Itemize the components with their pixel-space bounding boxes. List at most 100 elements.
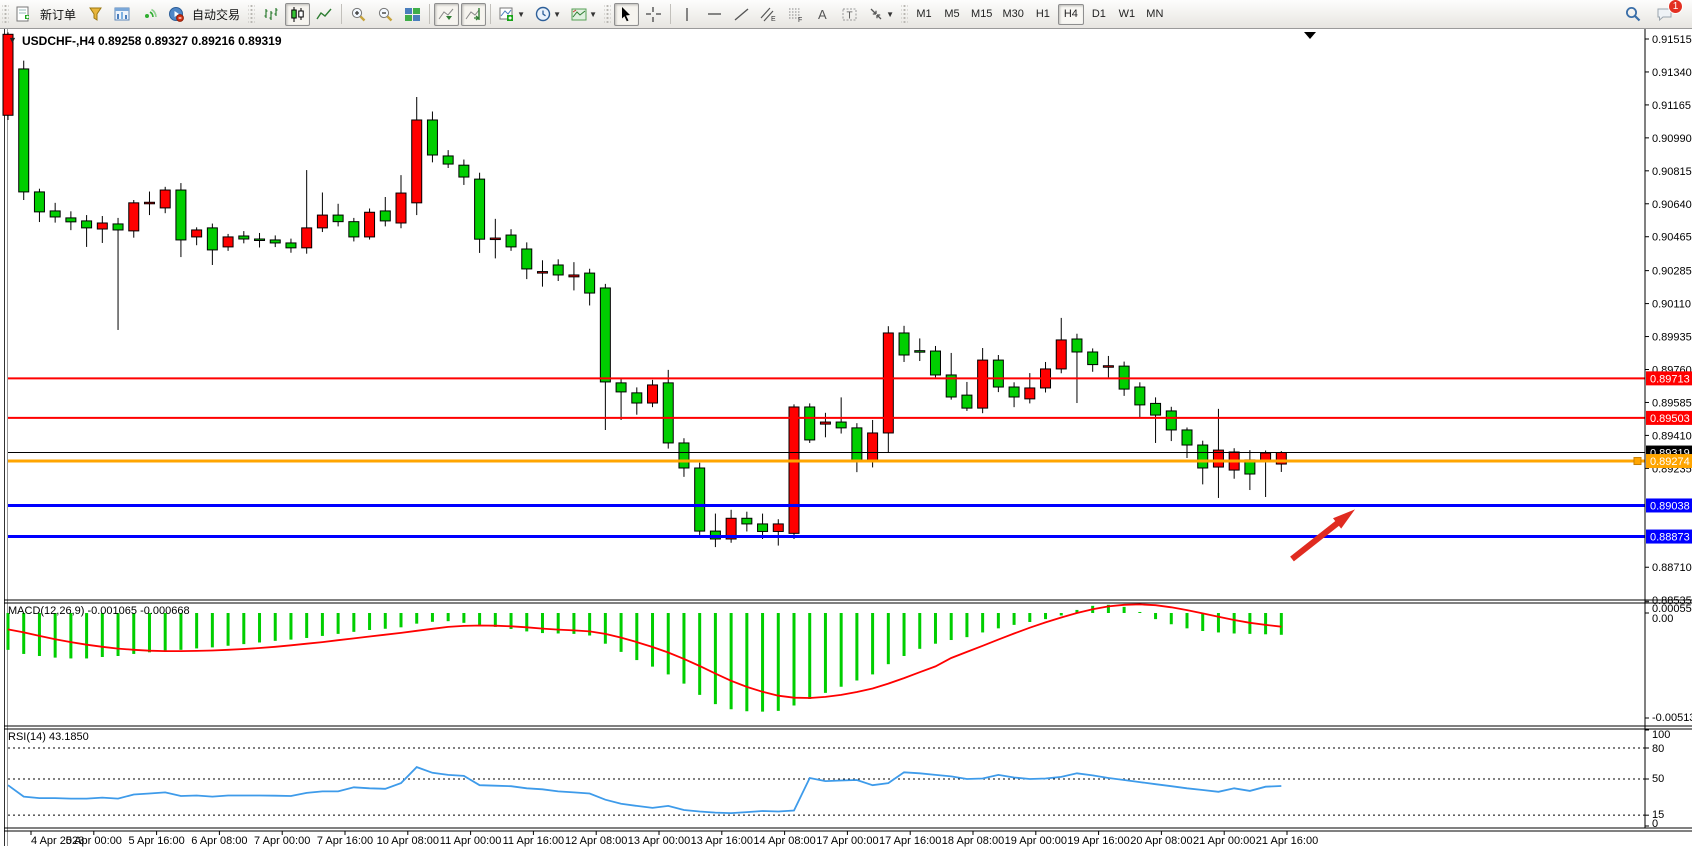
tab-timeframe-m5[interactable]: M5 [939,4,965,25]
date-axis-label: 14 Apr 08:00 [753,835,815,847]
chart-title-ohlc: USDCHF-,H4 0.89258 0.89327 0.89216 0.893… [22,34,282,48]
date-axis-label: 11 Apr 16:00 [503,835,565,847]
new-order-label[interactable]: 新订单 [40,6,76,23]
templates-button[interactable]: ▼ [567,3,601,26]
indicators-button[interactable]: ▼ [495,3,529,26]
editor-button[interactable] [83,3,108,26]
date-axis-label: 21 Apr 00:00 [1193,835,1255,847]
horizontal-line-button[interactable] [702,3,727,26]
date-axis-label: 10 Apr 08:00 [377,835,439,847]
trendline-button[interactable] [729,3,754,26]
tile-windows-icon [404,6,421,23]
channel-button[interactable]: E [756,3,781,26]
zoom-out-button[interactable] [373,3,398,26]
line-chart-button[interactable] [312,3,337,26]
tab-timeframe-h4[interactable]: H4 [1058,4,1084,25]
autotrading-label[interactable]: 自动交易 [192,6,240,23]
arrows-button[interactable]: ▼ [864,3,898,26]
date-axis-label: 5 Apr 00:00 [66,835,122,847]
price-axis-label: 0.89585 [1652,397,1692,409]
one-click-collapse-icon[interactable]: ▼ [8,35,17,45]
bar-chart-icon [262,6,279,23]
horizontal-line-icon [706,6,723,23]
macd-axis-label: 0.00 [1652,613,1673,625]
autotrading-button[interactable] [164,3,189,26]
date-axis-label: 6 Apr 08:00 [191,835,247,847]
tab-timeframe-w1[interactable]: W1 [1114,4,1140,25]
chevron-down-icon: ▼ [517,10,525,19]
chevron-down-icon: ▼ [553,10,561,19]
price-axis-label: 0.89935 [1652,332,1692,344]
price-axis-label: 0.88710 [1652,562,1692,574]
tab-timeframe-m30[interactable]: M30 [998,4,1027,25]
tab-timeframe-d1[interactable]: D1 [1086,4,1112,25]
channel-icon: E [760,6,777,23]
chart-window-icon [114,6,131,23]
periods-button[interactable]: ▼ [531,3,565,26]
zoom-in-button[interactable] [346,3,371,26]
search-button[interactable] [1620,3,1645,26]
price-axis-label: 0.90990 [1652,133,1692,145]
price-axis-label: 0.90640 [1652,199,1692,211]
date-axis-label: 13 Apr 00:00 [628,835,690,847]
chart-window[interactable]: 0.915150.913400.911650.909900.908150.906… [0,29,1692,854]
svg-text:E: E [771,16,776,23]
indicators-icon [499,6,516,23]
date-axis-label: 17 Apr 16:00 [879,835,941,847]
date-axis-label: 12 Apr 08:00 [565,835,627,847]
zoom-in-icon [350,6,367,23]
chevron-down-icon: ▼ [886,10,894,19]
chart-shift-button[interactable] [461,3,486,26]
fibonacci-icon: F [787,6,804,23]
tab-timeframe-m15[interactable]: M15 [967,4,996,25]
search-icon [1624,5,1642,23]
price-axis-label: 0.90110 [1652,299,1691,311]
svg-text:A: A [818,7,827,22]
rsi-axis-label: 100 [1652,729,1670,741]
date-axis-label: 17 Apr 00:00 [816,835,878,847]
svg-text:0.89713: 0.89713 [1650,373,1690,385]
text-button[interactable]: A [810,3,835,26]
text-tool-icon: A [814,6,831,23]
svg-text:0.88873: 0.88873 [1650,532,1690,544]
new-order-icon [16,6,33,23]
new-order-button[interactable] [12,3,37,26]
tab-timeframe-mn[interactable]: MN [1142,4,1168,25]
date-axis-label: 18 Apr 08:00 [942,835,1004,847]
candlestick-chart-button[interactable] [285,3,310,26]
svg-text:T: T [847,10,853,21]
chart-canvas[interactable]: 0.915150.913400.911650.909900.908150.906… [0,29,1692,854]
main-toolbar: 新订单 自动交易 [0,0,1692,29]
price-axis-label: 0.90815 [1652,166,1692,178]
toolbar-grip[interactable] [2,4,9,24]
rsi-axis-label: 0 [1652,818,1658,830]
tile-windows-button[interactable] [400,3,425,26]
text-label-button[interactable]: T [837,3,862,26]
notifications-button[interactable]: 1 [1652,3,1677,26]
price-axis-label: 0.90465 [1652,232,1692,244]
candlestick-icon [289,6,306,23]
date-axis-label: 11 Apr 00:00 [440,835,502,847]
cursor-button[interactable] [614,3,639,26]
auto-scroll-button[interactable] [434,3,459,26]
signals-button[interactable] [137,3,162,26]
toolbar-grip[interactable] [604,4,611,24]
toolbar-grip[interactable] [901,4,908,24]
bar-chart-button[interactable] [258,3,283,26]
date-axis-label: 20 Apr 08:00 [1130,835,1192,847]
vertical-line-button[interactable] [675,3,700,26]
auto-scroll-icon [438,6,455,23]
tab-timeframe-m1[interactable]: M1 [911,4,937,25]
crosshair-button[interactable] [641,3,666,26]
date-axis-label: 19 Apr 16:00 [1067,835,1129,847]
fibonacci-button[interactable]: F [783,3,808,26]
vertical-line-icon [679,6,696,23]
tab-timeframe-h1[interactable]: H1 [1030,4,1056,25]
date-axis-label: 5 Apr 16:00 [128,835,184,847]
toolbar-grip[interactable] [248,4,255,24]
line-chart-icon [316,6,333,23]
macd-indicator-label: MACD(12,26,9) -0.001065 -0.000668 [8,605,190,617]
market-watch-button[interactable] [110,3,135,26]
autotrading-icon [168,6,185,23]
chevron-down-icon: ▼ [589,10,597,19]
